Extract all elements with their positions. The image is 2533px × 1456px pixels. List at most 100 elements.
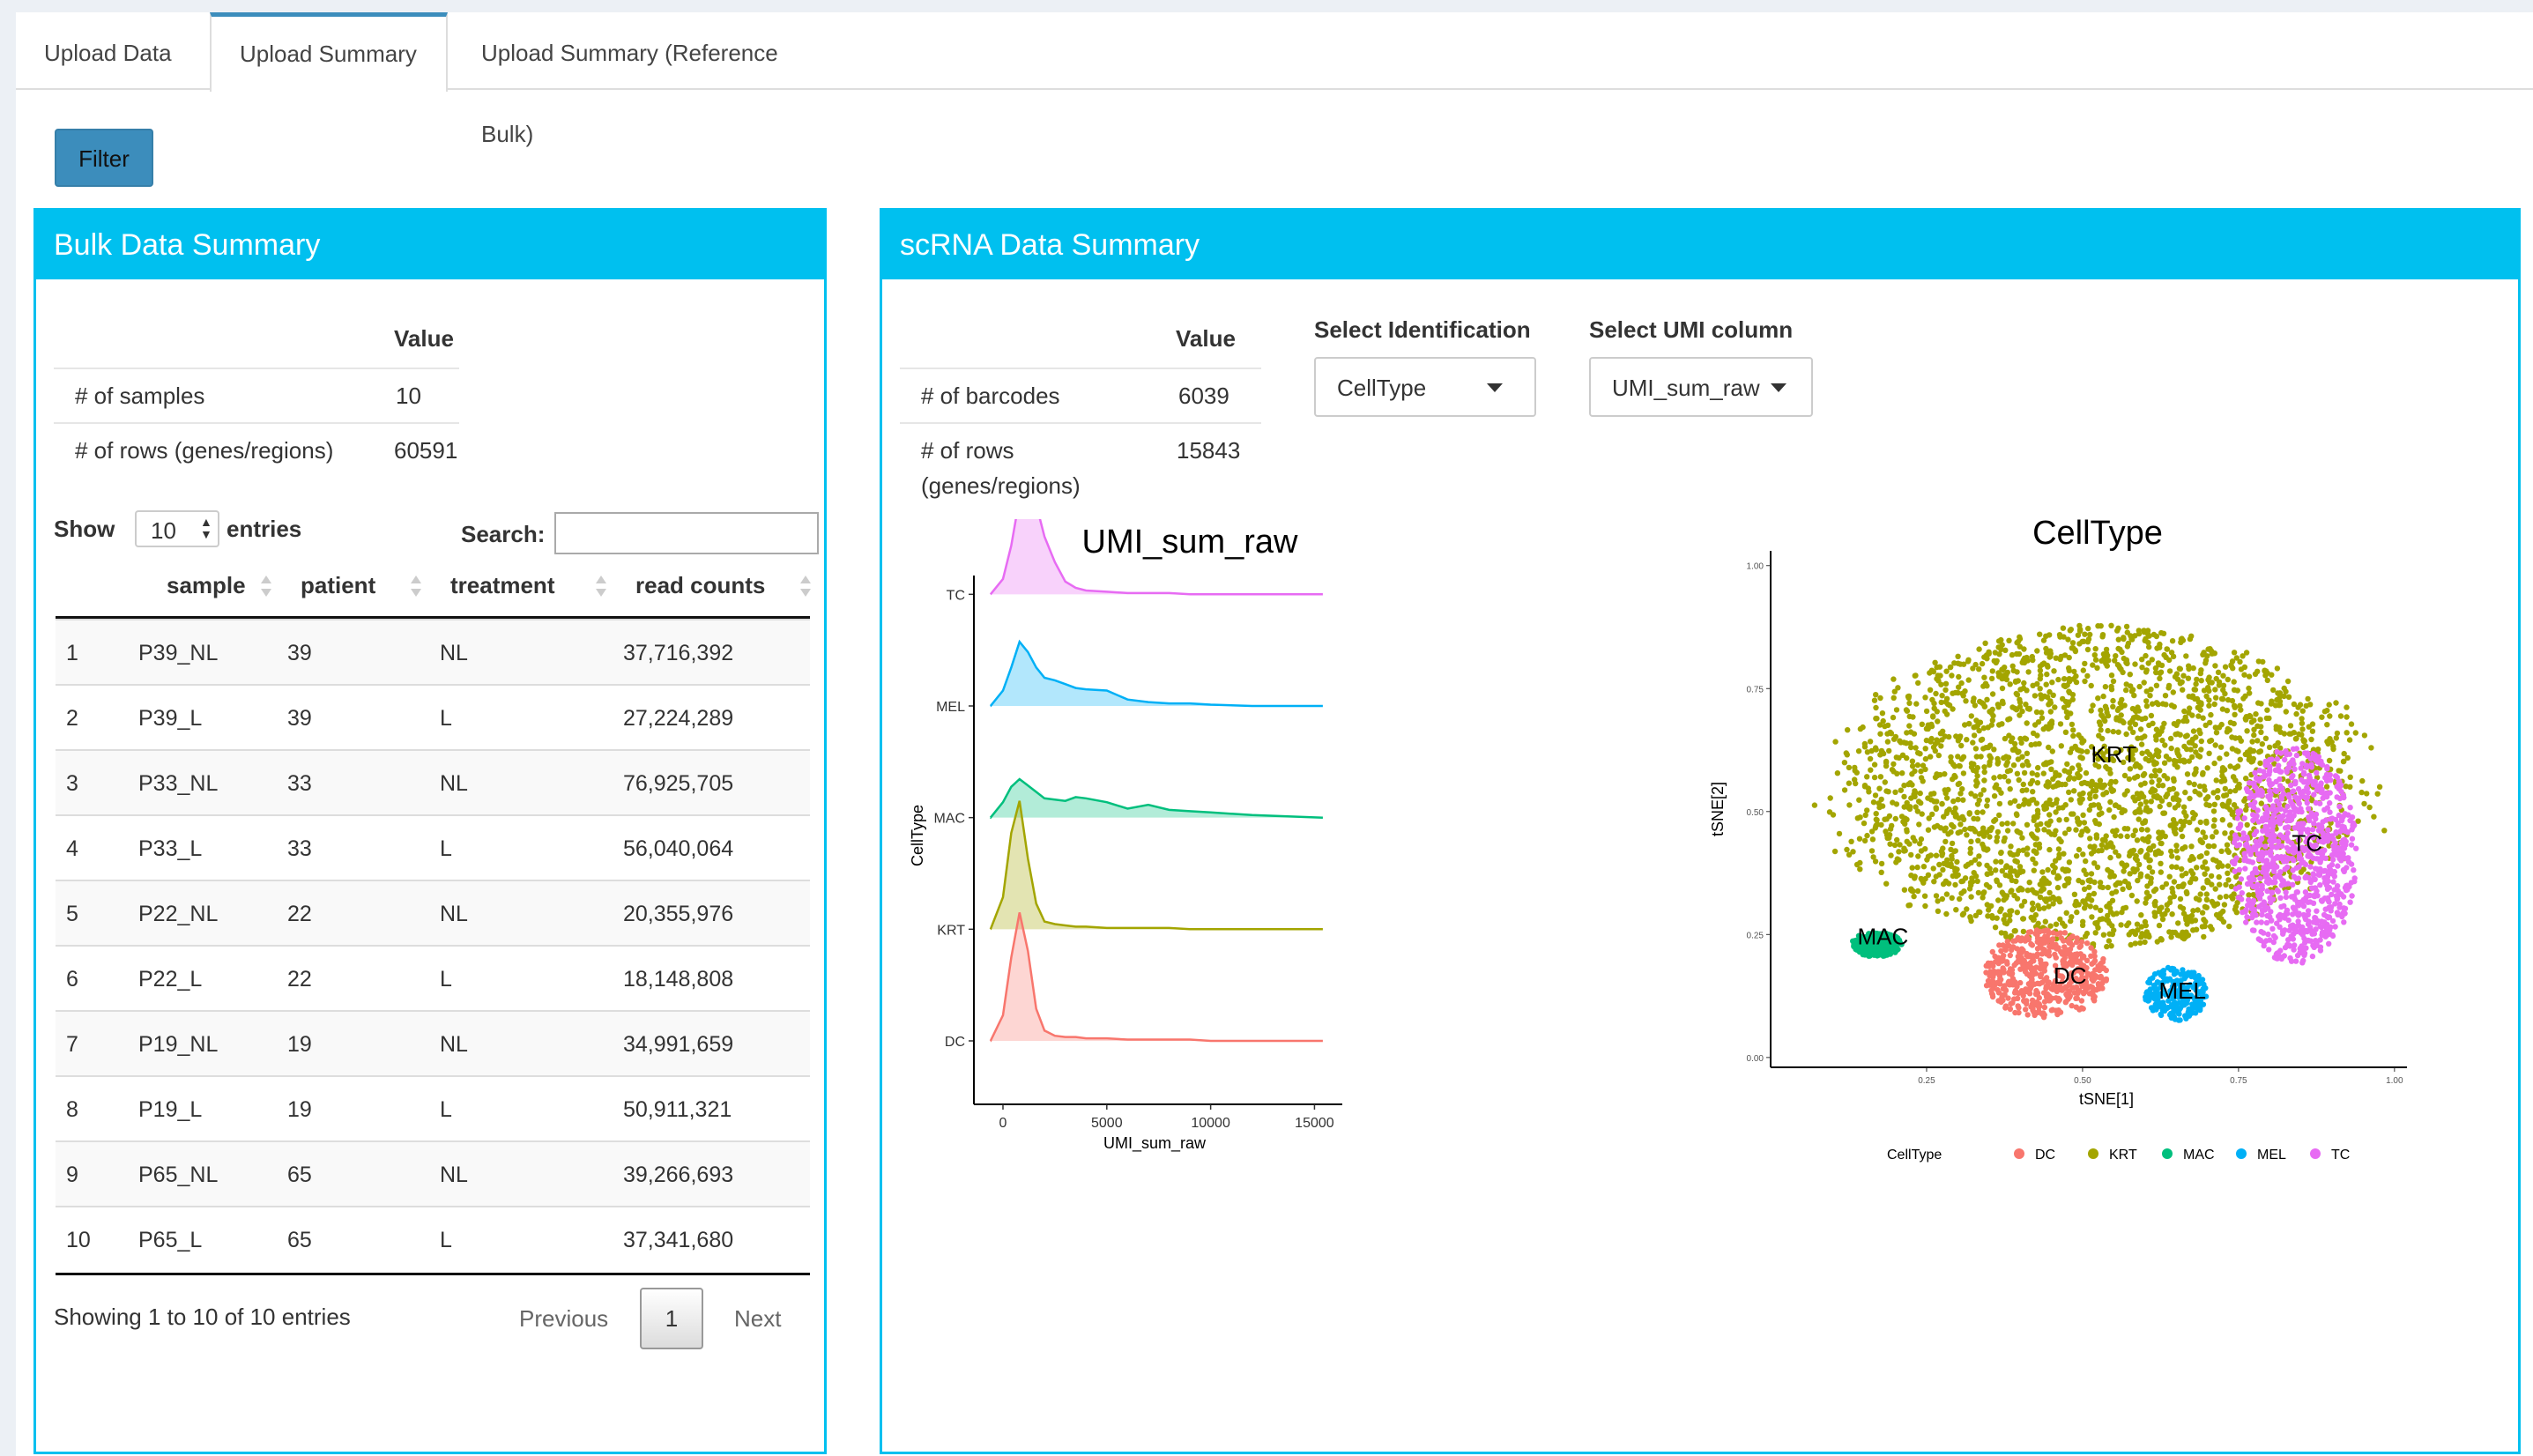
table-row[interactable]: 3 P33_NL 33 NL 76,925,705 xyxy=(56,749,810,816)
select-identification-dropdown[interactable]: CellType xyxy=(1314,357,1536,417)
point-tc xyxy=(2296,864,2302,870)
point-krt xyxy=(1878,860,1885,867)
point-tc xyxy=(2277,769,2284,775)
point-tc xyxy=(2325,871,2332,877)
point-krt xyxy=(2091,879,2098,886)
point-krt xyxy=(2073,673,2079,680)
point-krt xyxy=(1831,848,1838,855)
point-krt xyxy=(2142,918,2149,925)
select-umi-column-label: Select UMI column xyxy=(1589,316,1794,343)
point-krt xyxy=(2221,792,2227,799)
point-krt xyxy=(2170,817,2177,823)
point-tc xyxy=(2272,879,2278,886)
point-krt xyxy=(1951,865,1958,872)
point-tc xyxy=(2244,834,2250,841)
point-krt xyxy=(2266,744,2273,751)
point-dc xyxy=(2092,967,2098,973)
point-tc xyxy=(2278,793,2284,799)
tab-upload-data[interactable]: Upload Data xyxy=(16,12,210,88)
point-tc xyxy=(2267,788,2273,794)
point-krt xyxy=(2203,693,2210,700)
legend-label-mel: MEL xyxy=(2257,1148,2286,1163)
table-row[interactable]: 7 P19_NL 19 NL 34,991,659 xyxy=(56,1010,810,1077)
point-tc xyxy=(2328,835,2334,841)
table-row[interactable]: 4 P33_L 33 L 56,040,064 xyxy=(56,814,810,881)
point-krt xyxy=(2023,702,2029,708)
point-krt xyxy=(2190,856,2196,862)
point-krt xyxy=(2213,777,2219,784)
point-krt xyxy=(2206,750,2212,756)
point-krt xyxy=(2103,706,2110,712)
point-krt xyxy=(1952,689,1958,696)
table-row[interactable]: 6 P22_L 22 L 18,148,808 xyxy=(56,945,810,1012)
point-tc xyxy=(2251,906,2257,912)
point-krt xyxy=(1980,895,1986,901)
point-krt xyxy=(2259,741,2265,747)
previous-page-button[interactable]: Previous xyxy=(519,1305,608,1333)
point-krt xyxy=(2138,827,2145,833)
table-row[interactable]: 10 P65_L 65 L 37,341,680 xyxy=(56,1206,810,1273)
tab-upload-summary[interactable]: Upload Summary xyxy=(210,12,448,92)
point-krt xyxy=(2190,728,2197,734)
point-krt xyxy=(2071,891,2078,897)
select-umi-column-dropdown[interactable]: UMI_sum_raw xyxy=(1589,357,1813,417)
point-tc xyxy=(2289,856,2296,862)
point-krt xyxy=(1909,763,1916,769)
point-krt xyxy=(2202,903,2209,910)
point-krt xyxy=(1927,687,1934,693)
table-row[interactable]: 8 P19_L 19 L 50,911,321 xyxy=(56,1075,810,1142)
point-dc xyxy=(2091,996,2097,1002)
point-dc xyxy=(2095,981,2102,987)
table-row[interactable]: 1 P39_NL 39 NL 37,716,392 xyxy=(56,619,810,686)
point-tc xyxy=(2249,859,2256,865)
point-dc xyxy=(2006,978,2012,984)
point-tc xyxy=(2296,795,2302,801)
point-krt xyxy=(1999,868,2005,874)
point-krt xyxy=(2136,628,2142,634)
point-krt xyxy=(1982,680,1989,687)
point-krt xyxy=(2273,724,2279,730)
tab-upload-summary-reference-bulk[interactable]: Upload Summary (Reference Bulk) xyxy=(453,12,858,147)
point-krt xyxy=(2130,832,2136,838)
point-krt xyxy=(2012,928,2018,934)
point-krt xyxy=(2293,735,2299,742)
filter-button[interactable]: Filter xyxy=(55,129,153,187)
point-krt xyxy=(1984,871,1990,877)
point-krt xyxy=(2264,677,2270,684)
col-patient-header[interactable]: patient xyxy=(301,572,375,599)
point-krt xyxy=(1933,806,1939,813)
table-row[interactable]: 9 P65_NL 65 NL 39,266,693 xyxy=(56,1140,810,1207)
point-krt xyxy=(2210,808,2217,814)
row-index: 2 xyxy=(66,706,78,731)
next-page-button[interactable]: Next xyxy=(734,1305,781,1333)
point-krt xyxy=(1888,852,1894,858)
search-input[interactable] xyxy=(554,512,819,554)
col-sample-header[interactable]: sample xyxy=(167,572,246,599)
table-row[interactable]: 5 P22_NL 22 NL 20,355,976 xyxy=(56,880,810,947)
table-row[interactable]: 2 P39_L 39 L 27,224,289 xyxy=(56,684,810,751)
point-krt xyxy=(1845,727,1851,733)
point-krt xyxy=(1890,695,1897,701)
col-read-counts-header[interactable]: read counts xyxy=(635,572,765,599)
point-mel xyxy=(2189,1003,2196,1009)
point-krt xyxy=(2025,761,2032,769)
col-treatment-header[interactable]: treatment xyxy=(450,572,554,599)
point-krt xyxy=(2138,912,2144,918)
point-krt xyxy=(1974,780,1980,786)
scrna-summary-title: scRNA Data Summary xyxy=(882,211,2518,279)
point-krt xyxy=(2275,690,2281,696)
point-krt xyxy=(2333,735,2339,741)
point-krt xyxy=(2002,895,2009,902)
point-krt xyxy=(2246,673,2253,680)
point-krt xyxy=(2019,762,2026,769)
page-1-button[interactable]: 1 xyxy=(640,1288,703,1349)
entries-length-select[interactable]: 10 ▲ ▼ xyxy=(135,510,219,547)
point-krt xyxy=(2055,676,2061,683)
point-dc xyxy=(2084,940,2091,947)
point-krt xyxy=(2170,889,2176,895)
point-krt xyxy=(2242,716,2248,722)
point-krt xyxy=(1942,771,1948,777)
point-krt xyxy=(2063,910,2069,916)
point-krt xyxy=(1943,695,1950,702)
point-dc xyxy=(2066,940,2072,947)
